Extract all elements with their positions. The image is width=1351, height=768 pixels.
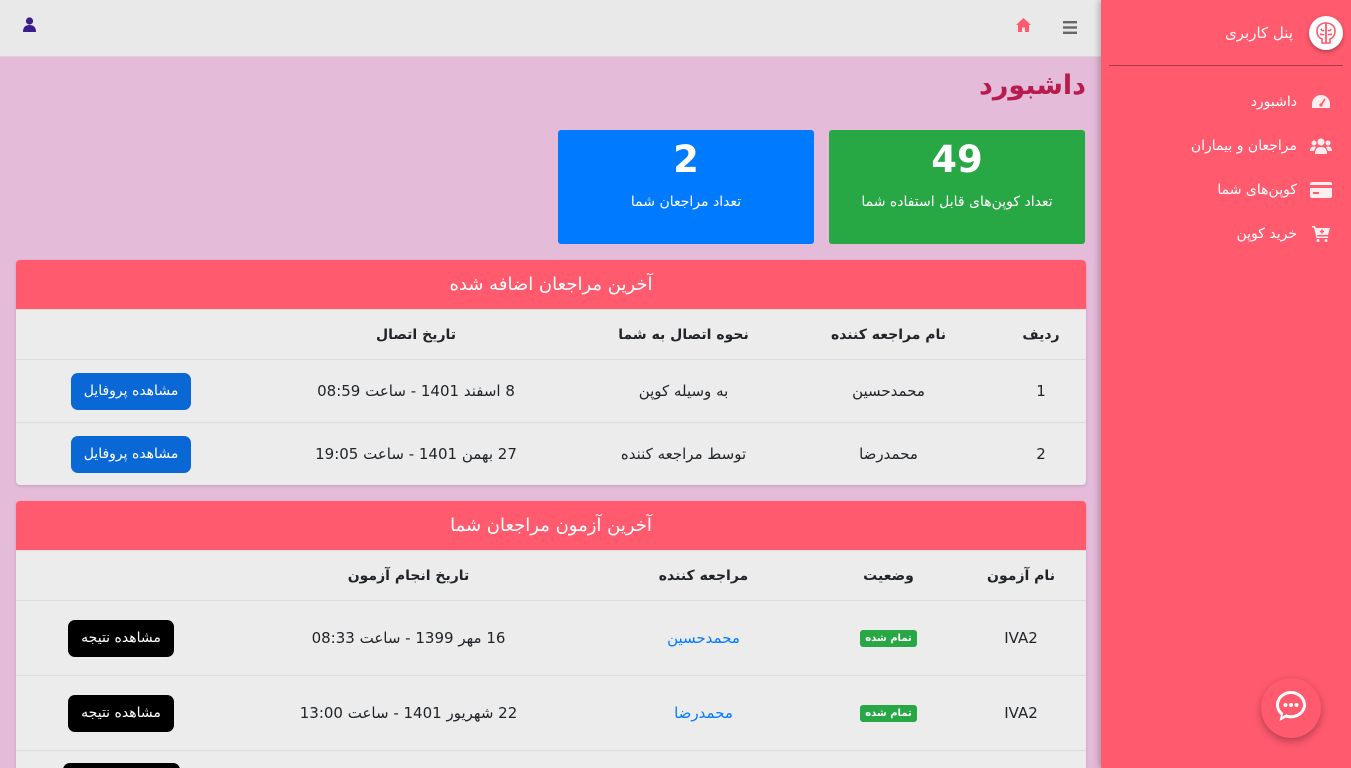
home-icon[interactable] bbox=[1016, 17, 1031, 36]
sidebar-nav: داشبورد مراجعان و بیماران کوپن‌های شما خ… bbox=[1101, 80, 1351, 256]
table-row: 2 محمدرضا توسط مراجعه کننده 27 بهمن 1401… bbox=[16, 422, 1086, 485]
page-title: داشبورد bbox=[978, 70, 1086, 101]
view-profile-button[interactable]: مشاهده پروفایل bbox=[70, 435, 192, 473]
connection-date: 27 بهمن 1401 - ساعت 19:05 bbox=[315, 445, 517, 463]
brain-logo-icon bbox=[1309, 15, 1343, 50]
test-name: IVA2 bbox=[1004, 704, 1038, 722]
card-title: آخرین آزمون مراجعان شما bbox=[16, 501, 1086, 550]
tachometer-icon bbox=[1307, 94, 1335, 110]
column-header: نحوه اتصال به شما bbox=[618, 326, 749, 343]
stat-value: 2 bbox=[673, 138, 699, 181]
recent-clients-card: آخرین مراجعان اضافه شده ردیف نام مراجعه … bbox=[16, 260, 1086, 485]
connection-method: توسط مراجعه کننده bbox=[620, 445, 747, 463]
view-result-button[interactable]: مشاهده نتیجه bbox=[68, 694, 174, 732]
sidebar-item-buy-coupon[interactable]: خرید کوپن bbox=[1101, 212, 1351, 256]
chat-widget-button[interactable] bbox=[1261, 678, 1321, 738]
connection-method: به وسیله کوپن bbox=[638, 382, 729, 400]
top-navbar bbox=[0, 0, 1101, 57]
connection-date: 8 اسفند 1401 - ساعت 08:59 bbox=[317, 382, 515, 400]
test-date: 22 شهریور 1401 - ساعت 13:00 bbox=[299, 704, 518, 722]
credit-card-icon bbox=[1307, 182, 1335, 198]
table-row: IVA2 تمام شده محمدحسین 16 مهر 1399 - ساع… bbox=[16, 600, 1086, 675]
column-header: وضعیت bbox=[863, 567, 914, 584]
sidebar-title: پنل کاربری bbox=[1225, 23, 1293, 42]
stat-label: تعداد مراجعان شما bbox=[630, 194, 742, 210]
client-name: محمدرضا bbox=[859, 445, 918, 463]
column-header: تاریخ انجام آزمون bbox=[347, 567, 470, 584]
recent-tests-card: آخرین آزمون مراجعان شما نام آزمون وضعیت … bbox=[16, 501, 1086, 768]
column-header: نام مراجعه کننده bbox=[830, 326, 947, 343]
card-title: آخرین مراجعان اضافه شده bbox=[16, 260, 1086, 309]
stat-label: تعداد کوپن‌های قابل استفاده شما bbox=[861, 194, 1053, 210]
row-index: 2 bbox=[1036, 445, 1046, 463]
column-header: ردیف bbox=[1022, 326, 1060, 343]
column-header: مراجعه کننده bbox=[658, 567, 749, 584]
cart-plus-icon bbox=[1307, 226, 1335, 242]
view-result-button[interactable]: مشاهده نتیجه bbox=[68, 619, 174, 657]
status-badge: تمام شده bbox=[860, 704, 917, 722]
sidebar-item-label: کوپن‌های شما bbox=[1217, 182, 1297, 198]
sidebar-item-coupons[interactable]: کوپن‌های شما bbox=[1101, 168, 1351, 212]
table-header-row: نام آزمون وضعیت مراجعه کننده تاریخ انجام… bbox=[16, 550, 1086, 600]
column-header: نام آزمون bbox=[987, 567, 1055, 584]
client-link[interactable]: محمدحسین bbox=[667, 629, 740, 647]
users-icon bbox=[1307, 138, 1335, 154]
sidebar-item-label: خرید کوپن bbox=[1236, 226, 1297, 242]
test-date: 16 مهر 1399 - ساعت 08:33 bbox=[311, 629, 506, 647]
client-link[interactable]: محمدرضا bbox=[674, 704, 733, 722]
view-profile-button[interactable]: مشاهده پروفایل bbox=[70, 372, 192, 410]
status-badge: تمام شده bbox=[860, 629, 917, 647]
view-result-button[interactable] bbox=[62, 763, 180, 768]
stat-value: 49 bbox=[931, 138, 983, 181]
column-header: تاریخ اتصال bbox=[375, 326, 457, 343]
stat-card-coupons: 49 تعداد کوپن‌های قابل استفاده شما bbox=[829, 130, 1085, 244]
row-index: 1 bbox=[1036, 382, 1046, 400]
sidebar-item-dashboard[interactable]: داشبورد bbox=[1101, 80, 1351, 124]
table-row-partial bbox=[16, 750, 1086, 768]
sidebar: پنل کاربری داشبورد مراجعان و بیماران کوپ… bbox=[1101, 0, 1351, 768]
table-row: IVA2 تمام شده محمدرضا 22 شهریور 1401 - س… bbox=[16, 675, 1086, 750]
client-name: محمدحسین bbox=[852, 382, 925, 400]
bars-icon[interactable] bbox=[1063, 19, 1077, 38]
stat-card-clients: 2 تعداد مراجعان شما bbox=[558, 130, 814, 244]
test-name: IVA2 bbox=[1004, 629, 1038, 647]
user-icon[interactable] bbox=[23, 17, 36, 36]
sidebar-item-clients[interactable]: مراجعان و بیماران bbox=[1101, 124, 1351, 168]
sidebar-item-label: داشبورد bbox=[1250, 94, 1297, 110]
chat-bubble-icon bbox=[1273, 688, 1309, 728]
sidebar-item-label: مراجعان و بیماران bbox=[1190, 138, 1297, 154]
table-header-row: ردیف نام مراجعه کننده نحوه اتصال به شما … bbox=[16, 309, 1086, 359]
table-row: 1 محمدحسین به وسیله کوپن 8 اسفند 1401 - … bbox=[16, 359, 1086, 422]
sidebar-brand[interactable]: پنل کاربری bbox=[1109, 0, 1343, 66]
